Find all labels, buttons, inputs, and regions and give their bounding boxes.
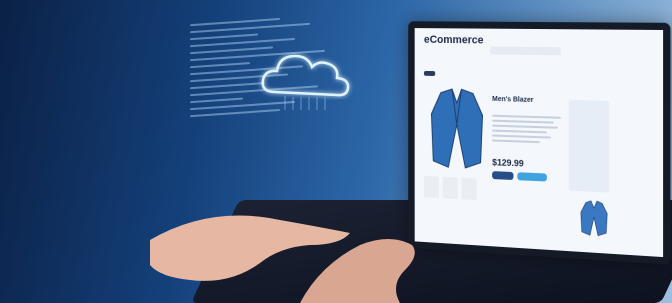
search-bar	[490, 46, 561, 56]
store-brand: eCommerce	[423, 33, 484, 47]
photo-scene: eCommerce Men's Blazer $129.99	[0, 0, 672, 303]
add-to-cart-button	[517, 172, 547, 182]
product-description	[492, 112, 561, 147]
quantity-button	[492, 171, 514, 181]
hands-typing	[150, 215, 415, 303]
product-title: Men's Blazer	[492, 95, 534, 104]
cloud-icon	[261, 54, 350, 110]
product-price: $129.99	[492, 157, 524, 169]
store-nav	[424, 51, 481, 52]
back-button	[423, 70, 436, 76]
related-blazer-image	[577, 199, 611, 237]
info-panel	[568, 99, 610, 193]
blazer-image	[424, 85, 490, 175]
